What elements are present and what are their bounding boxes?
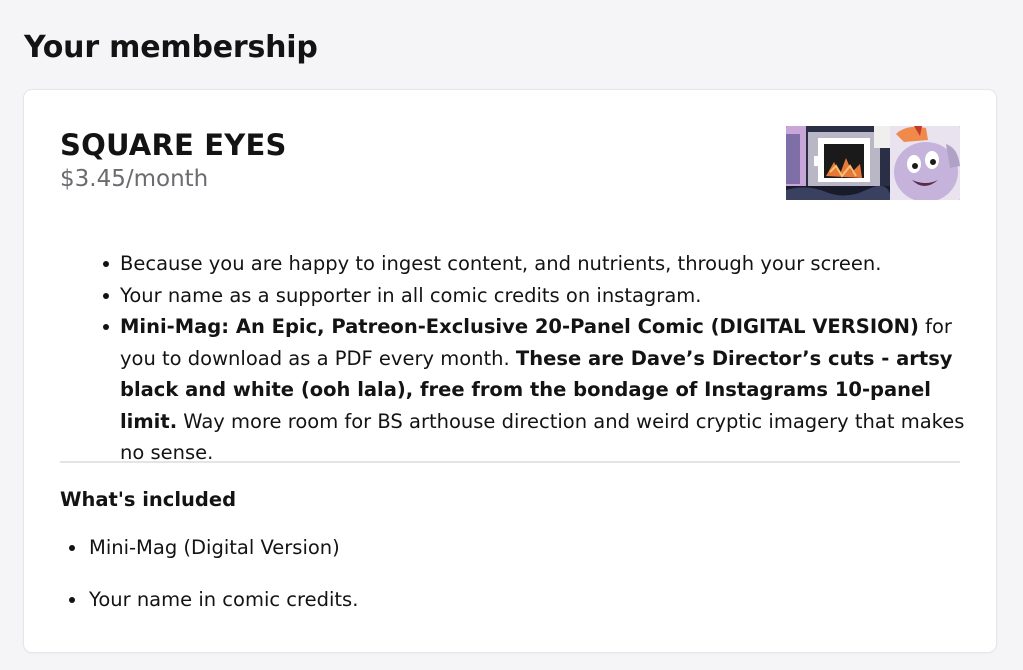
page-title: Your membership xyxy=(24,30,318,65)
tier-description-item: Because you are happy to ingest content,… xyxy=(103,248,970,280)
text: Your name as a supporter in all comic cr… xyxy=(120,283,702,307)
tier-description-item: Your name as a supporter in all comic cr… xyxy=(103,280,970,312)
divider xyxy=(60,461,960,463)
whats-included-heading: What's included xyxy=(60,488,237,511)
tier-price: $3.45/month xyxy=(60,166,209,192)
membership-page: Your membership SQUARE EYES $3.45/month xyxy=(0,0,1023,670)
included-items-list: Mini-Mag (Digital Version) Your name in … xyxy=(68,534,358,638)
tier-artwork-icon xyxy=(786,126,960,200)
membership-card: SQUARE EYES $3.45/month Because you are … xyxy=(24,90,996,652)
text: Way more room for BS arthouse direction … xyxy=(120,409,965,465)
included-item: Your name in comic credits. xyxy=(68,586,358,614)
tier-description-item: Mini-Mag: An Epic, Patreon-Exclusive 20-… xyxy=(103,311,970,469)
bold-text: Mini-Mag: An Epic, Patreon-Exclusive 20-… xyxy=(120,315,919,338)
tier-description-list: Because you are happy to ingest content,… xyxy=(103,248,970,469)
text: Because you are happy to ingest content,… xyxy=(120,252,882,275)
included-item: Mini-Mag (Digital Version) xyxy=(68,534,358,562)
tier-name: SQUARE EYES xyxy=(60,128,287,162)
tier-image xyxy=(786,126,960,200)
